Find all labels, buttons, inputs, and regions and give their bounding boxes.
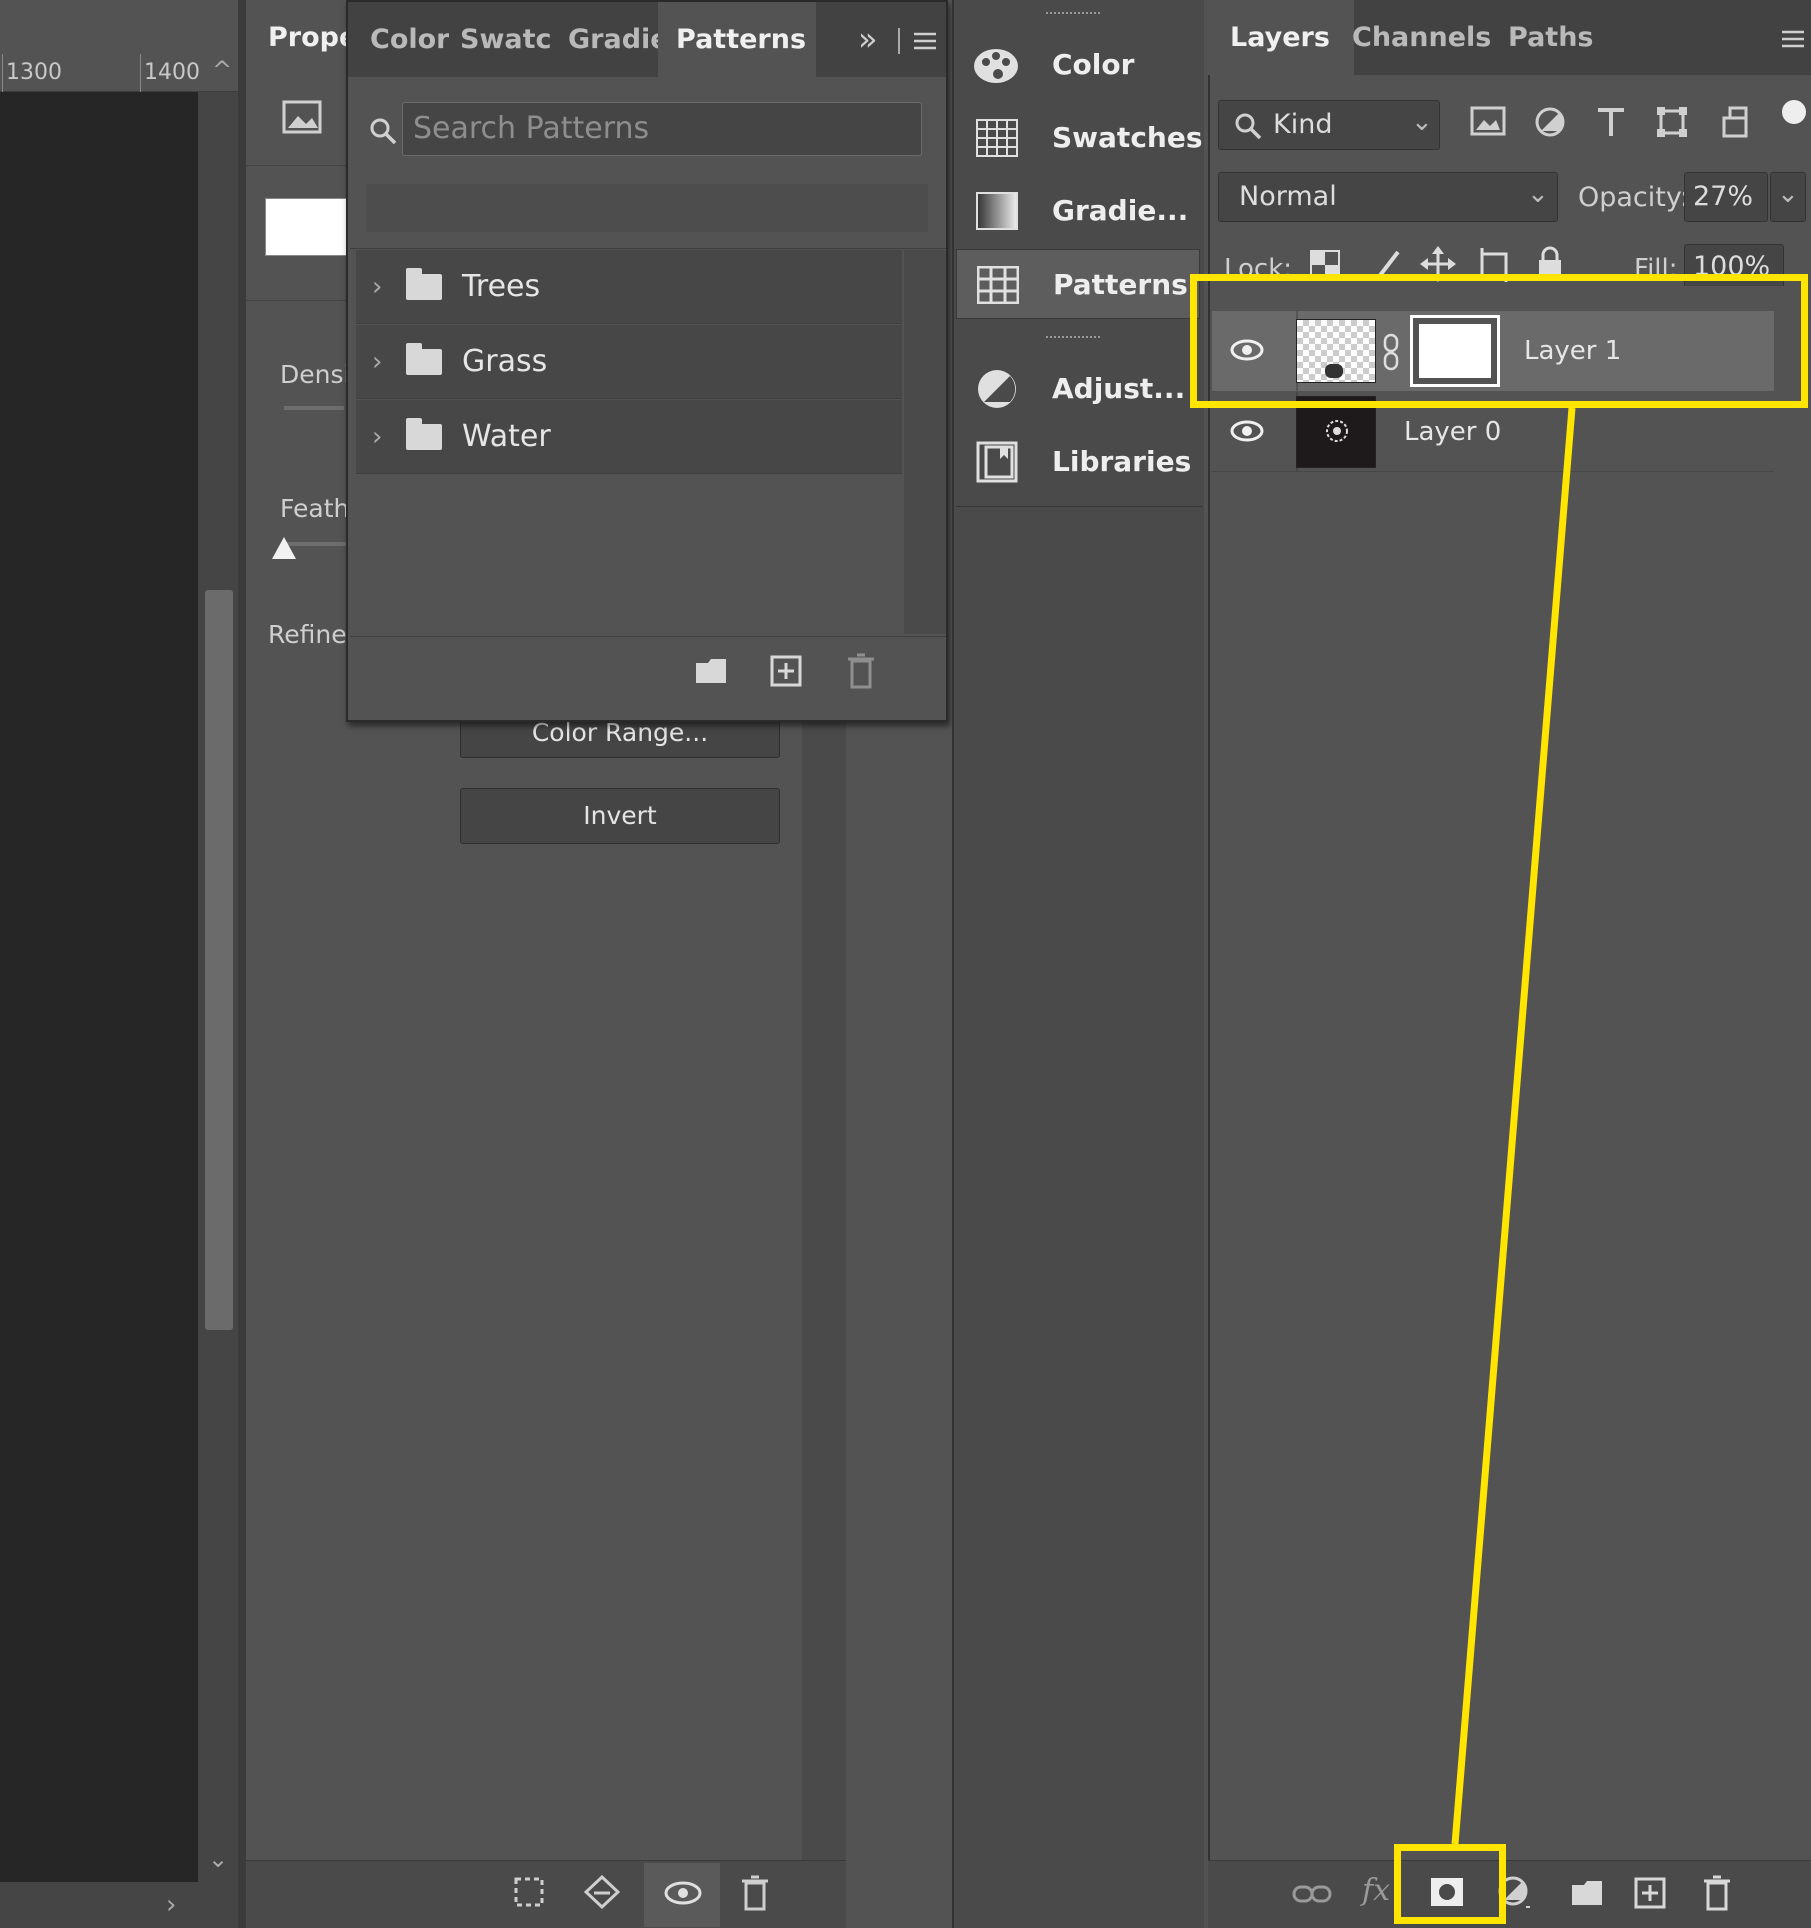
highlight-connector-line — [1451, 407, 1576, 1845]
